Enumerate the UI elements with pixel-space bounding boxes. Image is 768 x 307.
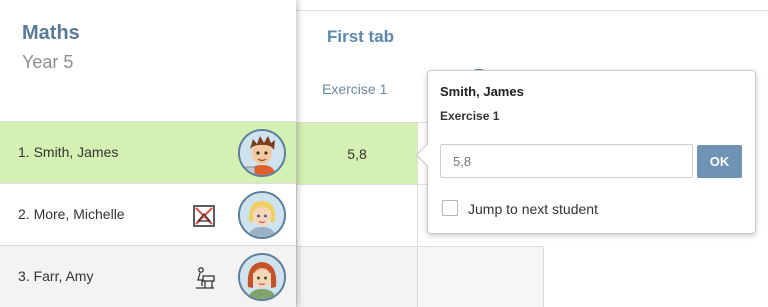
redhead-girl-avatar bbox=[238, 253, 286, 301]
score-edit-popup: Smith, James Exercise 1 OK Jump to next … bbox=[415, 70, 756, 234]
jump-to-next-checkbox[interactable] bbox=[442, 200, 458, 216]
year-subtitle: Year 5 bbox=[22, 52, 74, 72]
boy-avatar bbox=[238, 129, 286, 177]
student-name: 3. Farr, Amy bbox=[18, 268, 94, 284]
blonde-girl-avatar bbox=[238, 191, 286, 239]
student-row[interactable]: 1. Smith, James bbox=[0, 121, 296, 183]
grid-cell[interactable] bbox=[417, 246, 544, 307]
score-cell[interactable] bbox=[296, 184, 417, 246]
ok-button[interactable]: OK bbox=[697, 145, 742, 178]
student-panel: Maths Year 5 1. Smith, James 2. More, Mi… bbox=[0, 0, 296, 307]
student-name: 1. Smith, James bbox=[18, 144, 119, 160]
score-input[interactable] bbox=[440, 144, 693, 178]
score-cell[interactable]: 5,8 bbox=[296, 122, 417, 184]
subject-title: Maths bbox=[22, 22, 80, 44]
student-name: 2. More, Michelle bbox=[18, 206, 125, 222]
student-row[interactable]: 2. More, Michelle bbox=[0, 183, 296, 245]
jump-to-next-label[interactable]: Jump to next student bbox=[468, 201, 598, 217]
score-cell[interactable] bbox=[296, 246, 417, 307]
student-row[interactable]: 3. Farr, Amy bbox=[0, 245, 296, 307]
column-header-exercise[interactable]: Exercise 1 bbox=[322, 81, 387, 97]
tab-title[interactable]: First tab bbox=[327, 27, 394, 47]
piano-icon bbox=[192, 266, 216, 290]
popup-exercise-name: Exercise 1 bbox=[440, 109, 500, 123]
popup-student-name: Smith, James bbox=[440, 84, 524, 99]
absent-icon bbox=[192, 204, 216, 228]
